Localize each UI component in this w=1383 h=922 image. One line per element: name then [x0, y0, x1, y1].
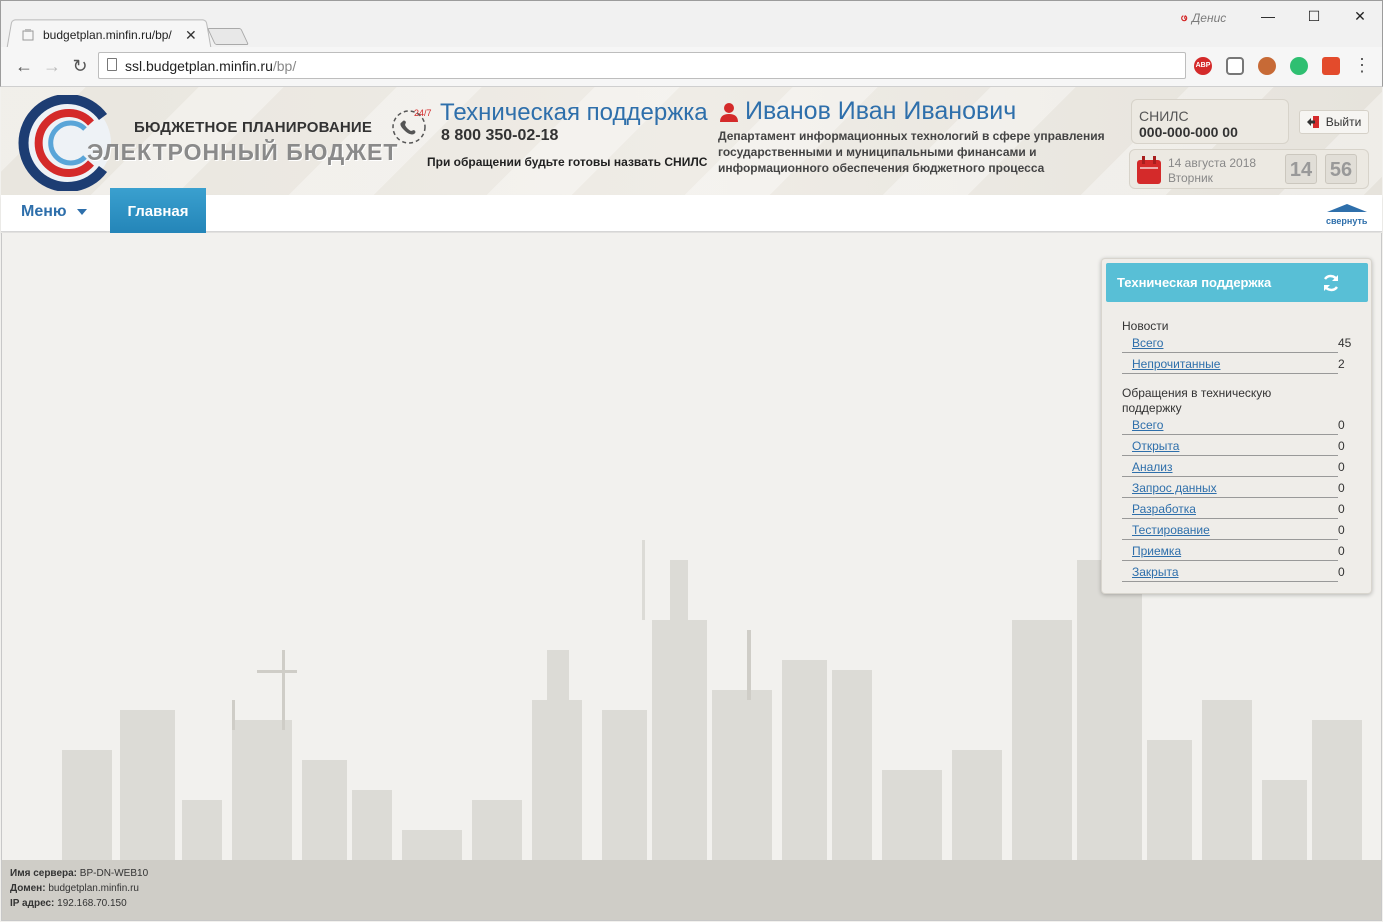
support-badge: 24/7 — [414, 108, 432, 118]
back-icon[interactable]: ← — [13, 55, 35, 77]
tab-close-icon[interactable]: ✕ — [185, 27, 197, 44]
requests-acceptance-link[interactable]: Приемка — [1132, 544, 1181, 558]
menu-label: Меню — [21, 203, 67, 220]
profile-chip[interactable]: ဖ Денис — [1181, 9, 1226, 27]
profile-icon: ဖ — [1181, 10, 1188, 24]
snils-label: СНИЛС — [1139, 108, 1189, 124]
collapse-up-icon — [1327, 204, 1367, 212]
requests-data-request-link[interactable]: Запрос данных — [1132, 481, 1217, 495]
collapse-header-button[interactable]: свернуть — [1326, 204, 1368, 228]
requests-count: 0 — [1338, 565, 1345, 579]
app-header: БЮДЖЕТНОЕ ПЛАНИРОВАНИЕ ЭЛЕКТРОННЫЙ БЮДЖЕ… — [1, 87, 1382, 195]
server-ip-line: IP адрес: 192.168.70.150 — [10, 898, 127, 909]
date-box: 14 августа 2018 Вторник 14 56 — [1129, 149, 1369, 189]
requests-count: 0 — [1338, 502, 1345, 516]
user-icon — [720, 103, 738, 122]
requests-row: Открыта 0 — [1122, 438, 1345, 456]
ext-puzzle-icon[interactable] — [1322, 57, 1340, 75]
widget-header: Техническая поддержка — [1106, 263, 1368, 302]
support-phone-icon: 24/7 — [392, 108, 432, 144]
requests-development-link[interactable]: Разработка — [1132, 502, 1196, 516]
news-total-link[interactable]: Всего — [1132, 336, 1163, 350]
close-window-button[interactable]: ✕ — [1346, 6, 1374, 26]
collapse-label: свернуть — [1326, 216, 1368, 226]
chevron-down-icon — [76, 209, 87, 215]
main-navbar: Меню — [1, 195, 1382, 232]
requests-row: Тестирование 0 — [1122, 522, 1345, 540]
address-url[interactable]: ssl.budgetplan.minfin.ru/bp/ — [125, 58, 296, 74]
browser-titlebar: budgetplan.minfin.ru/bp/ ✕ ဖ Денис — ☐ ✕ — [0, 0, 1383, 50]
page-info-icon[interactable] — [107, 58, 117, 71]
news-row-unread: Непрочитанные 2 — [1122, 356, 1345, 374]
requests-count: 0 — [1338, 523, 1345, 537]
current-date: 14 августа 2018 — [1168, 156, 1257, 170]
requests-count: 0 — [1338, 544, 1345, 558]
ext-chat-icon[interactable] — [1290, 57, 1308, 75]
maximize-button[interactable]: ☐ — [1300, 6, 1328, 26]
support-title: Техническая поддержка — [440, 99, 708, 126]
requests-row: Приемка 0 — [1122, 543, 1345, 561]
ext-hat-icon[interactable] — [1258, 57, 1276, 75]
menu-button[interactable]: Меню — [21, 203, 87, 221]
news-total-count: 45 — [1338, 336, 1352, 350]
new-tab-button[interactable] — [207, 28, 249, 45]
requests-testing-link[interactable]: Тестирование — [1132, 523, 1210, 537]
address-bar[interactable]: ssl.budgetplan.minfin.ru/bp/ — [98, 52, 1186, 79]
snils-value: 000-000-000 00 — [1139, 124, 1238, 140]
requests-row: Закрыта 0 — [1122, 564, 1345, 582]
requests-row: Разработка 0 — [1122, 501, 1345, 519]
browser-toolbar: ← → ↻ ssl.budgetplan.minfin.ru/bp/ ABP ⋮ — [0, 47, 1383, 87]
server-name-line: Имя сервера: BP-DN-WEB10 — [10, 868, 149, 879]
requests-count: 0 — [1338, 481, 1345, 495]
widget-title: Техническая поддержка — [1117, 275, 1272, 290]
support-widget: Техническая поддержка Новости Всего 45 Н… — [1101, 258, 1372, 594]
current-weekday: Вторник — [1168, 171, 1213, 185]
requests-total-link[interactable]: Всего — [1132, 418, 1163, 432]
browser-tab-content[interactable]: budgetplan.minfin.ru/bp/ — [21, 26, 172, 44]
snils-box: СНИЛС 000-000-000 00 — [1131, 99, 1289, 144]
requests-count: 0 — [1338, 439, 1345, 453]
browser-menu-icon[interactable]: ⋮ — [1353, 55, 1371, 76]
requests-count: 0 — [1338, 460, 1345, 474]
requests-analysis-link[interactable]: Анализ — [1132, 460, 1173, 474]
server-domain-line: Домен: budgetplan.minfin.ru — [10, 883, 139, 894]
news-unread-count: 2 — [1338, 357, 1345, 371]
tab-title: budgetplan.minfin.ru/bp/ — [43, 28, 172, 42]
news-row-total: Всего 45 — [1122, 335, 1351, 353]
clock-minutes: 56 — [1325, 154, 1357, 184]
reload-icon[interactable]: ↻ — [69, 55, 91, 77]
news-unread-link[interactable]: Непрочитанные — [1132, 357, 1220, 371]
logout-button[interactable]: Выйти — [1299, 110, 1369, 134]
news-section-title: Новости — [1122, 319, 1169, 333]
brand-subtitle: БЮДЖЕТНОЕ ПЛАНИРОВАНИЕ — [134, 119, 373, 136]
requests-row: Анализ 0 — [1122, 459, 1345, 477]
user-department: Департамент информационных технологий в … — [718, 129, 1105, 175]
requests-count: 0 — [1338, 418, 1345, 432]
support-phone: 8 800 350-02-18 — [441, 127, 559, 144]
logout-label: Выйти — [1325, 115, 1362, 129]
adblock-icon[interactable]: ABP — [1194, 57, 1212, 75]
server-info: Имя сервера: BP-DN-WEB10 Домен: budgetpl… — [10, 866, 148, 911]
favicon-icon — [22, 29, 34, 41]
user-name: Иванов Иван Иванович — [745, 97, 1017, 125]
calendar-icon — [1137, 156, 1161, 184]
requests-row: Запрос данных 0 — [1122, 480, 1345, 498]
forward-icon[interactable]: → — [41, 55, 63, 77]
requests-closed-link[interactable]: Закрыта — [1132, 565, 1179, 579]
minimize-button[interactable]: — — [1254, 6, 1282, 26]
logout-icon — [1306, 116, 1319, 128]
brand-title: ЭЛЕКТРОННЫЙ БЮДЖЕТ — [87, 139, 399, 165]
refresh-icon[interactable] — [1321, 273, 1341, 293]
requests-section-title: Обращения в техническую поддержку — [1122, 386, 1272, 415]
profile-name: Денис — [1191, 11, 1227, 25]
support-note: При обращении будьте готовы назвать СНИЛ… — [427, 155, 708, 169]
requests-row: Всего 0 — [1122, 417, 1345, 435]
pocket-icon[interactable] — [1226, 57, 1244, 75]
requests-open-link[interactable]: Открыта — [1132, 439, 1179, 453]
clock-hours: 14 — [1285, 154, 1317, 184]
